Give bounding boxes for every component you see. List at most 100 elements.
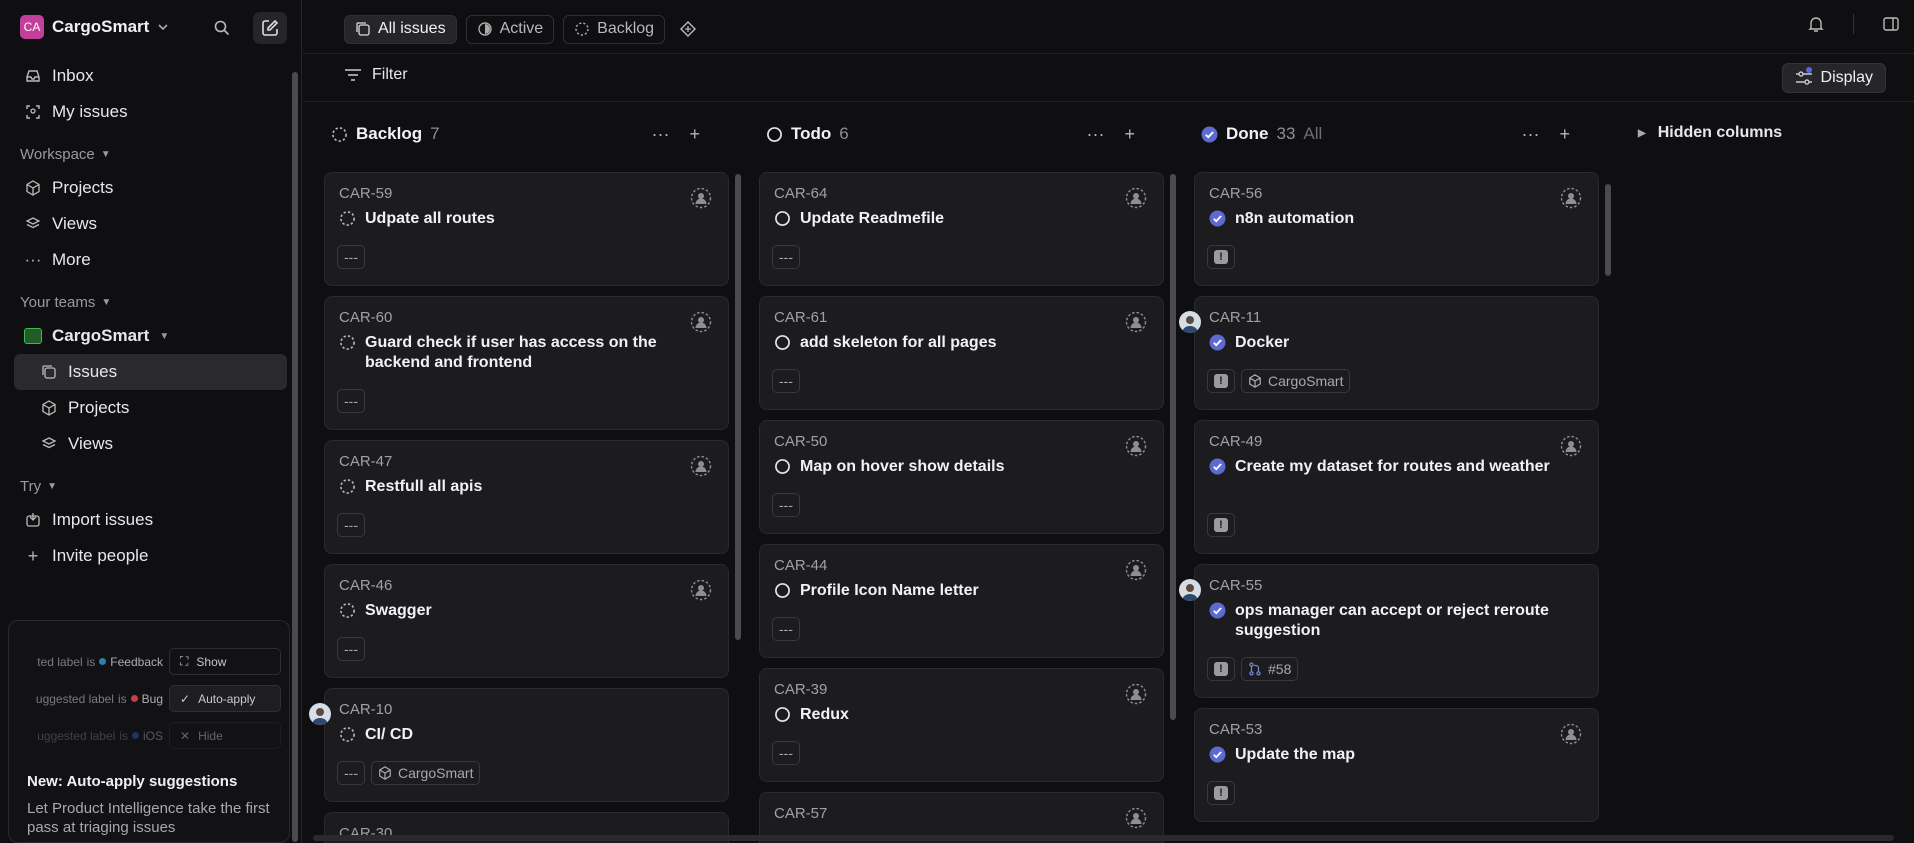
divider (1853, 14, 1854, 34)
unassigned-avatar-icon[interactable] (690, 311, 712, 333)
issue-card[interactable]: CAR-11 Docker ! CargoSmart (1179, 296, 1599, 410)
horizontal-scrollbar[interactable] (313, 835, 1894, 841)
assignee-avatar[interactable] (1179, 579, 1201, 601)
tab-active[interactable]: Active (465, 14, 555, 44)
indicator-dot (1805, 67, 1812, 73)
pull-request-tag[interactable]: #58 (1241, 657, 1299, 681)
assignee-avatar[interactable] (1179, 311, 1201, 333)
issue-title-text: Restfull all apis (365, 478, 483, 495)
main-content: All issues Active Backlog Filter Display… (303, 0, 1914, 843)
issue-card[interactable]: CAR-59 Udpate all routes --- (324, 172, 729, 286)
new-issue-button[interactable] (253, 12, 287, 44)
sidebar-item-import[interactable]: Import issues (14, 502, 287, 538)
views-button[interactable] (674, 13, 702, 45)
unassigned-avatar-icon[interactable] (1125, 683, 1147, 705)
column-scrollbar[interactable] (1605, 184, 1611, 276)
unassigned-avatar-icon[interactable] (1125, 559, 1147, 581)
priority-none[interactable]: --- (772, 245, 800, 269)
issue-card[interactable]: CAR-49 Create my dataset for routes and … (1194, 420, 1599, 554)
hidden-columns-toggle[interactable]: ▶ Hidden columns (1638, 124, 1782, 142)
sidebar-toggle-icon[interactable] (1882, 15, 1900, 33)
unassigned-avatar-icon[interactable] (1560, 187, 1582, 209)
issue-card[interactable]: CAR-56 n8n automation ! (1194, 172, 1599, 286)
issue-card[interactable]: CAR-46 Swagger --- (324, 564, 729, 678)
sidebar-item-my-issues[interactable]: My issues (14, 94, 287, 130)
unassigned-avatar-icon[interactable] (1125, 187, 1147, 209)
priority-urgent[interactable]: ! (1207, 245, 1235, 269)
issue-card[interactable]: CAR-61 add skeleton for all pages --- (759, 296, 1164, 410)
priority-none[interactable]: --- (772, 493, 800, 517)
promo-card[interactable]: ted label is Feedback ⛶ Show uggested label… (8, 620, 290, 843)
sidebar-item-invite[interactable]: + Invite people (14, 538, 287, 574)
assignee-avatar[interactable] (309, 703, 331, 725)
unassigned-avatar-icon[interactable] (1560, 723, 1582, 745)
add-icon[interactable]: + (1559, 124, 1570, 145)
backlog-status-icon (340, 479, 355, 494)
sidebar-item-team-projects[interactable]: Projects (14, 390, 287, 426)
priority-none[interactable]: --- (337, 245, 365, 269)
priority-urgent[interactable]: ! (1207, 513, 1235, 537)
issue-card[interactable]: CAR-47 Restfull all apis --- (324, 440, 729, 554)
issue-title: Update the map (1209, 745, 1578, 765)
sidebar-team-cargosmart[interactable]: CargoSmart ▼ (14, 318, 287, 354)
sidebar-scrollbar[interactable] (292, 72, 298, 842)
issue-card[interactable]: CAR-60 Guard check if user has access on… (324, 296, 729, 430)
filter-button[interactable]: Filter (344, 66, 408, 84)
priority-none[interactable]: --- (337, 513, 365, 537)
bell-icon[interactable] (1807, 15, 1825, 33)
rule-value: Bug (141, 691, 163, 706)
workspace-section-header[interactable]: Workspace ▼ (14, 138, 287, 170)
tab-backlog[interactable]: Backlog (563, 14, 666, 44)
sidebar-item-inbox[interactable]: Inbox (14, 58, 287, 94)
tab-all-issues[interactable]: All issues (344, 14, 457, 44)
column-count: 7 (430, 124, 440, 143)
sidebar-item-projects[interactable]: Projects (14, 170, 287, 206)
priority-none[interactable]: --- (337, 761, 365, 785)
issue-card[interactable]: CAR-53 Update the map ! (1194, 708, 1599, 822)
try-section-header[interactable]: Try ▼ (14, 470, 287, 502)
column-filter-all[interactable]: All (1303, 124, 1322, 144)
sidebar-item-team-views[interactable]: Views (14, 426, 287, 462)
more-icon[interactable]: ··· (652, 124, 670, 145)
todo-status-icon (775, 211, 790, 226)
tab-label: All issues (378, 20, 446, 37)
issue-id: CAR-53 (1209, 721, 1263, 738)
more-icon[interactable]: ··· (1522, 124, 1540, 145)
unassigned-avatar-icon[interactable] (1125, 807, 1147, 829)
unassigned-avatar-icon[interactable] (1125, 311, 1147, 333)
unassigned-avatar-icon[interactable] (1560, 435, 1582, 457)
priority-urgent[interactable]: ! (1207, 781, 1235, 805)
issue-title: Redux (774, 705, 1143, 725)
sidebar-item-issues[interactable]: Issues (14, 354, 287, 390)
unassigned-avatar-icon[interactable] (690, 579, 712, 601)
issue-card[interactable]: CAR-44 Profile Icon Name letter --- (759, 544, 1164, 658)
priority-urgent[interactable]: ! (1207, 657, 1235, 681)
priority-none[interactable]: --- (337, 637, 365, 661)
display-button[interactable]: Display (1781, 63, 1886, 93)
issue-card[interactable]: CAR-39 Redux --- (759, 668, 1164, 782)
priority-urgent[interactable]: ! (1207, 369, 1235, 393)
issue-card[interactable]: CAR-50 Map on hover show details --- (759, 420, 1164, 534)
unassigned-avatar-icon[interactable] (690, 455, 712, 477)
check-icon: ✓ (180, 691, 191, 706)
unassigned-avatar-icon[interactable] (690, 187, 712, 209)
project-tag[interactable]: CargoSmart (371, 761, 481, 785)
issue-card[interactable]: CAR-64 Update Readmefile --- (759, 172, 1164, 286)
priority-none[interactable]: --- (772, 741, 800, 765)
teams-section-header[interactable]: Your teams ▼ (14, 286, 287, 318)
add-icon[interactable]: + (689, 124, 700, 145)
unassigned-avatar-icon[interactable] (1125, 435, 1147, 457)
search-button[interactable] (205, 12, 239, 44)
workspace-switcher[interactable]: CA CargoSmart (20, 15, 169, 39)
priority-none[interactable]: --- (337, 389, 365, 413)
more-icon[interactable]: ··· (1087, 124, 1105, 145)
sidebar-item-more[interactable]: ··· More (14, 242, 287, 278)
priority-none[interactable]: --- (772, 369, 800, 393)
caret-down-icon: ▼ (101, 296, 112, 308)
sidebar-item-views[interactable]: Views (14, 206, 287, 242)
priority-none[interactable]: --- (772, 617, 800, 641)
project-tag[interactable]: CargoSmart (1241, 369, 1351, 393)
issue-card[interactable]: CAR-55 ops manager can accept or reject … (1179, 564, 1599, 698)
add-icon[interactable]: + (1124, 124, 1135, 145)
issue-card[interactable]: CAR-10 CI/ CD --- CargoSmart (309, 688, 729, 802)
